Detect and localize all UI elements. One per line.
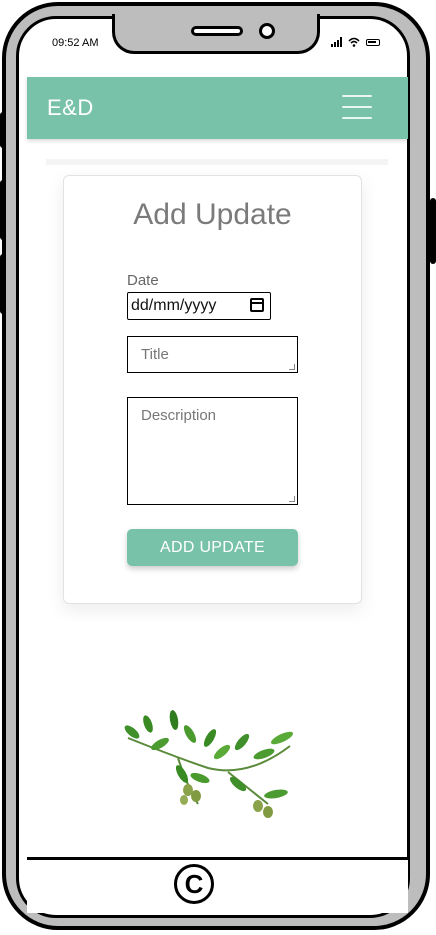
title-placeholder: Title <box>141 346 169 363</box>
phone-side-button-left <box>0 112 6 148</box>
date-label: Date <box>127 272 159 289</box>
front-camera <box>259 23 275 39</box>
copyright-icon: C <box>174 864 214 904</box>
calendar-icon[interactable] <box>250 298 264 312</box>
speaker-grille <box>191 26 243 36</box>
app-header: E&D <box>27 77 408 139</box>
signal-icon <box>331 37 342 47</box>
title-input[interactable]: Title <box>127 336 298 373</box>
content-divider <box>46 159 388 165</box>
description-placeholder: Description <box>141 407 217 424</box>
add-update-button[interactable]: ADD UPDATE <box>127 529 298 566</box>
description-textarea[interactable]: Description <box>127 397 298 505</box>
page-title: Add Update <box>133 198 292 231</box>
add-update-card: Add Update Date dd/mm/yyyy Title Descrip… <box>63 175 362 604</box>
phone-notch <box>112 14 320 54</box>
brand-logo[interactable]: E&D <box>47 95 94 121</box>
resize-handle-icon[interactable] <box>289 364 295 370</box>
status-icons <box>331 37 380 47</box>
date-input[interactable]: dd/mm/yyyy <box>127 292 271 320</box>
hamburger-menu-icon[interactable] <box>342 95 372 121</box>
phone-power-button <box>430 198 436 264</box>
app-footer <box>27 857 408 913</box>
battery-icon <box>366 38 380 46</box>
status-time: 09:52 AM <box>52 37 99 49</box>
phone-volume-up-button <box>0 180 6 240</box>
wifi-icon <box>348 37 360 47</box>
olive-branch-illustration <box>124 710 294 818</box>
resize-handle-icon[interactable] <box>289 496 295 502</box>
date-placeholder: dd/mm/yyyy <box>131 297 217 314</box>
phone-volume-down-button <box>0 254 6 314</box>
